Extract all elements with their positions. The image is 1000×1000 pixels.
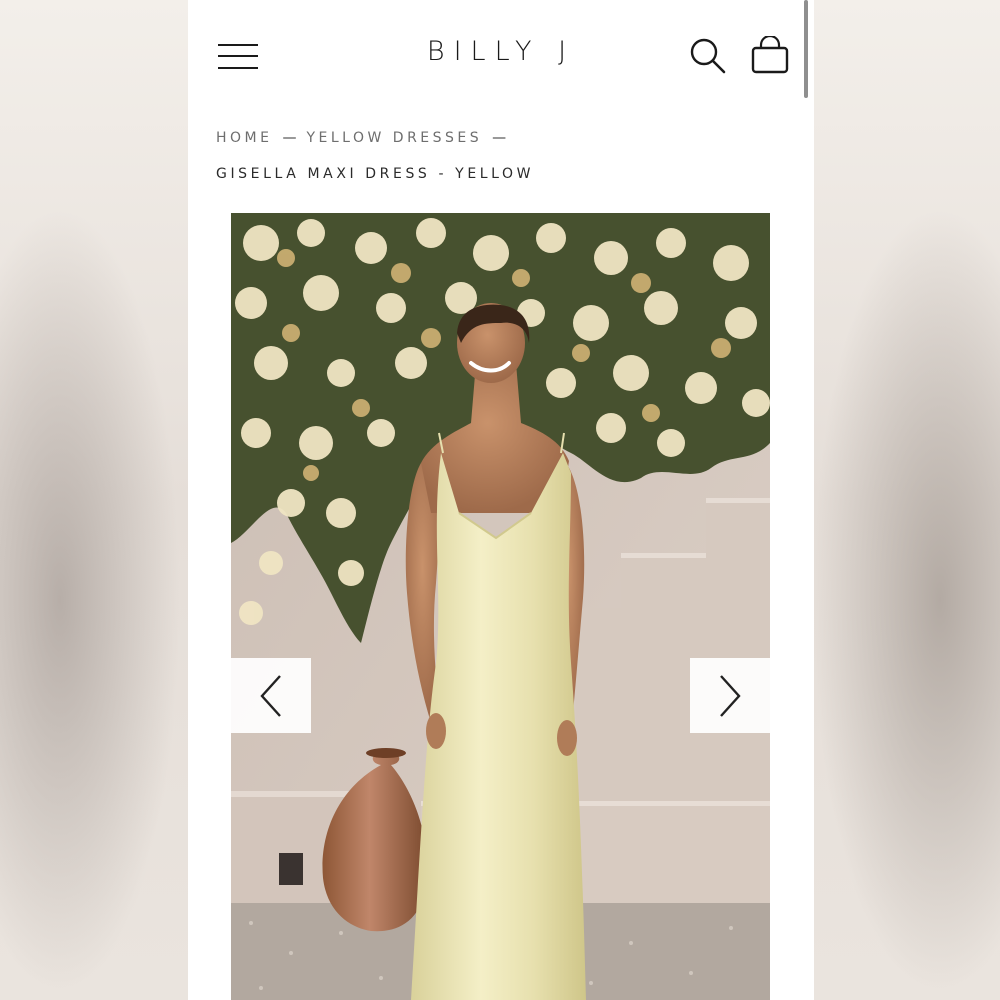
product-page: BILLY J HOME — YELLOW DRESSES — GISELLA MAX… (188, 0, 814, 1000)
site-header: BILLY J (188, 0, 814, 110)
breadcrumb-category-link[interactable]: YELLOW DRESSES (306, 130, 482, 146)
breadcrumb: HOME — YELLOW DRESSES — (216, 130, 516, 146)
breadcrumb-current-page: GISELLA MAXI DRESS - YELLOW (216, 166, 535, 182)
breadcrumb-separator: — (492, 130, 507, 146)
breadcrumb-separator: — (282, 130, 297, 146)
product-photo (231, 213, 770, 1000)
chevron-right-icon[interactable] (690, 658, 770, 733)
product-image-gallery[interactable] (231, 213, 770, 1000)
shopping-bag-icon[interactable] (750, 34, 790, 74)
chevron-left-icon[interactable] (231, 658, 311, 733)
breadcrumb-home-link[interactable]: HOME (216, 130, 272, 146)
search-icon[interactable] (688, 36, 728, 76)
